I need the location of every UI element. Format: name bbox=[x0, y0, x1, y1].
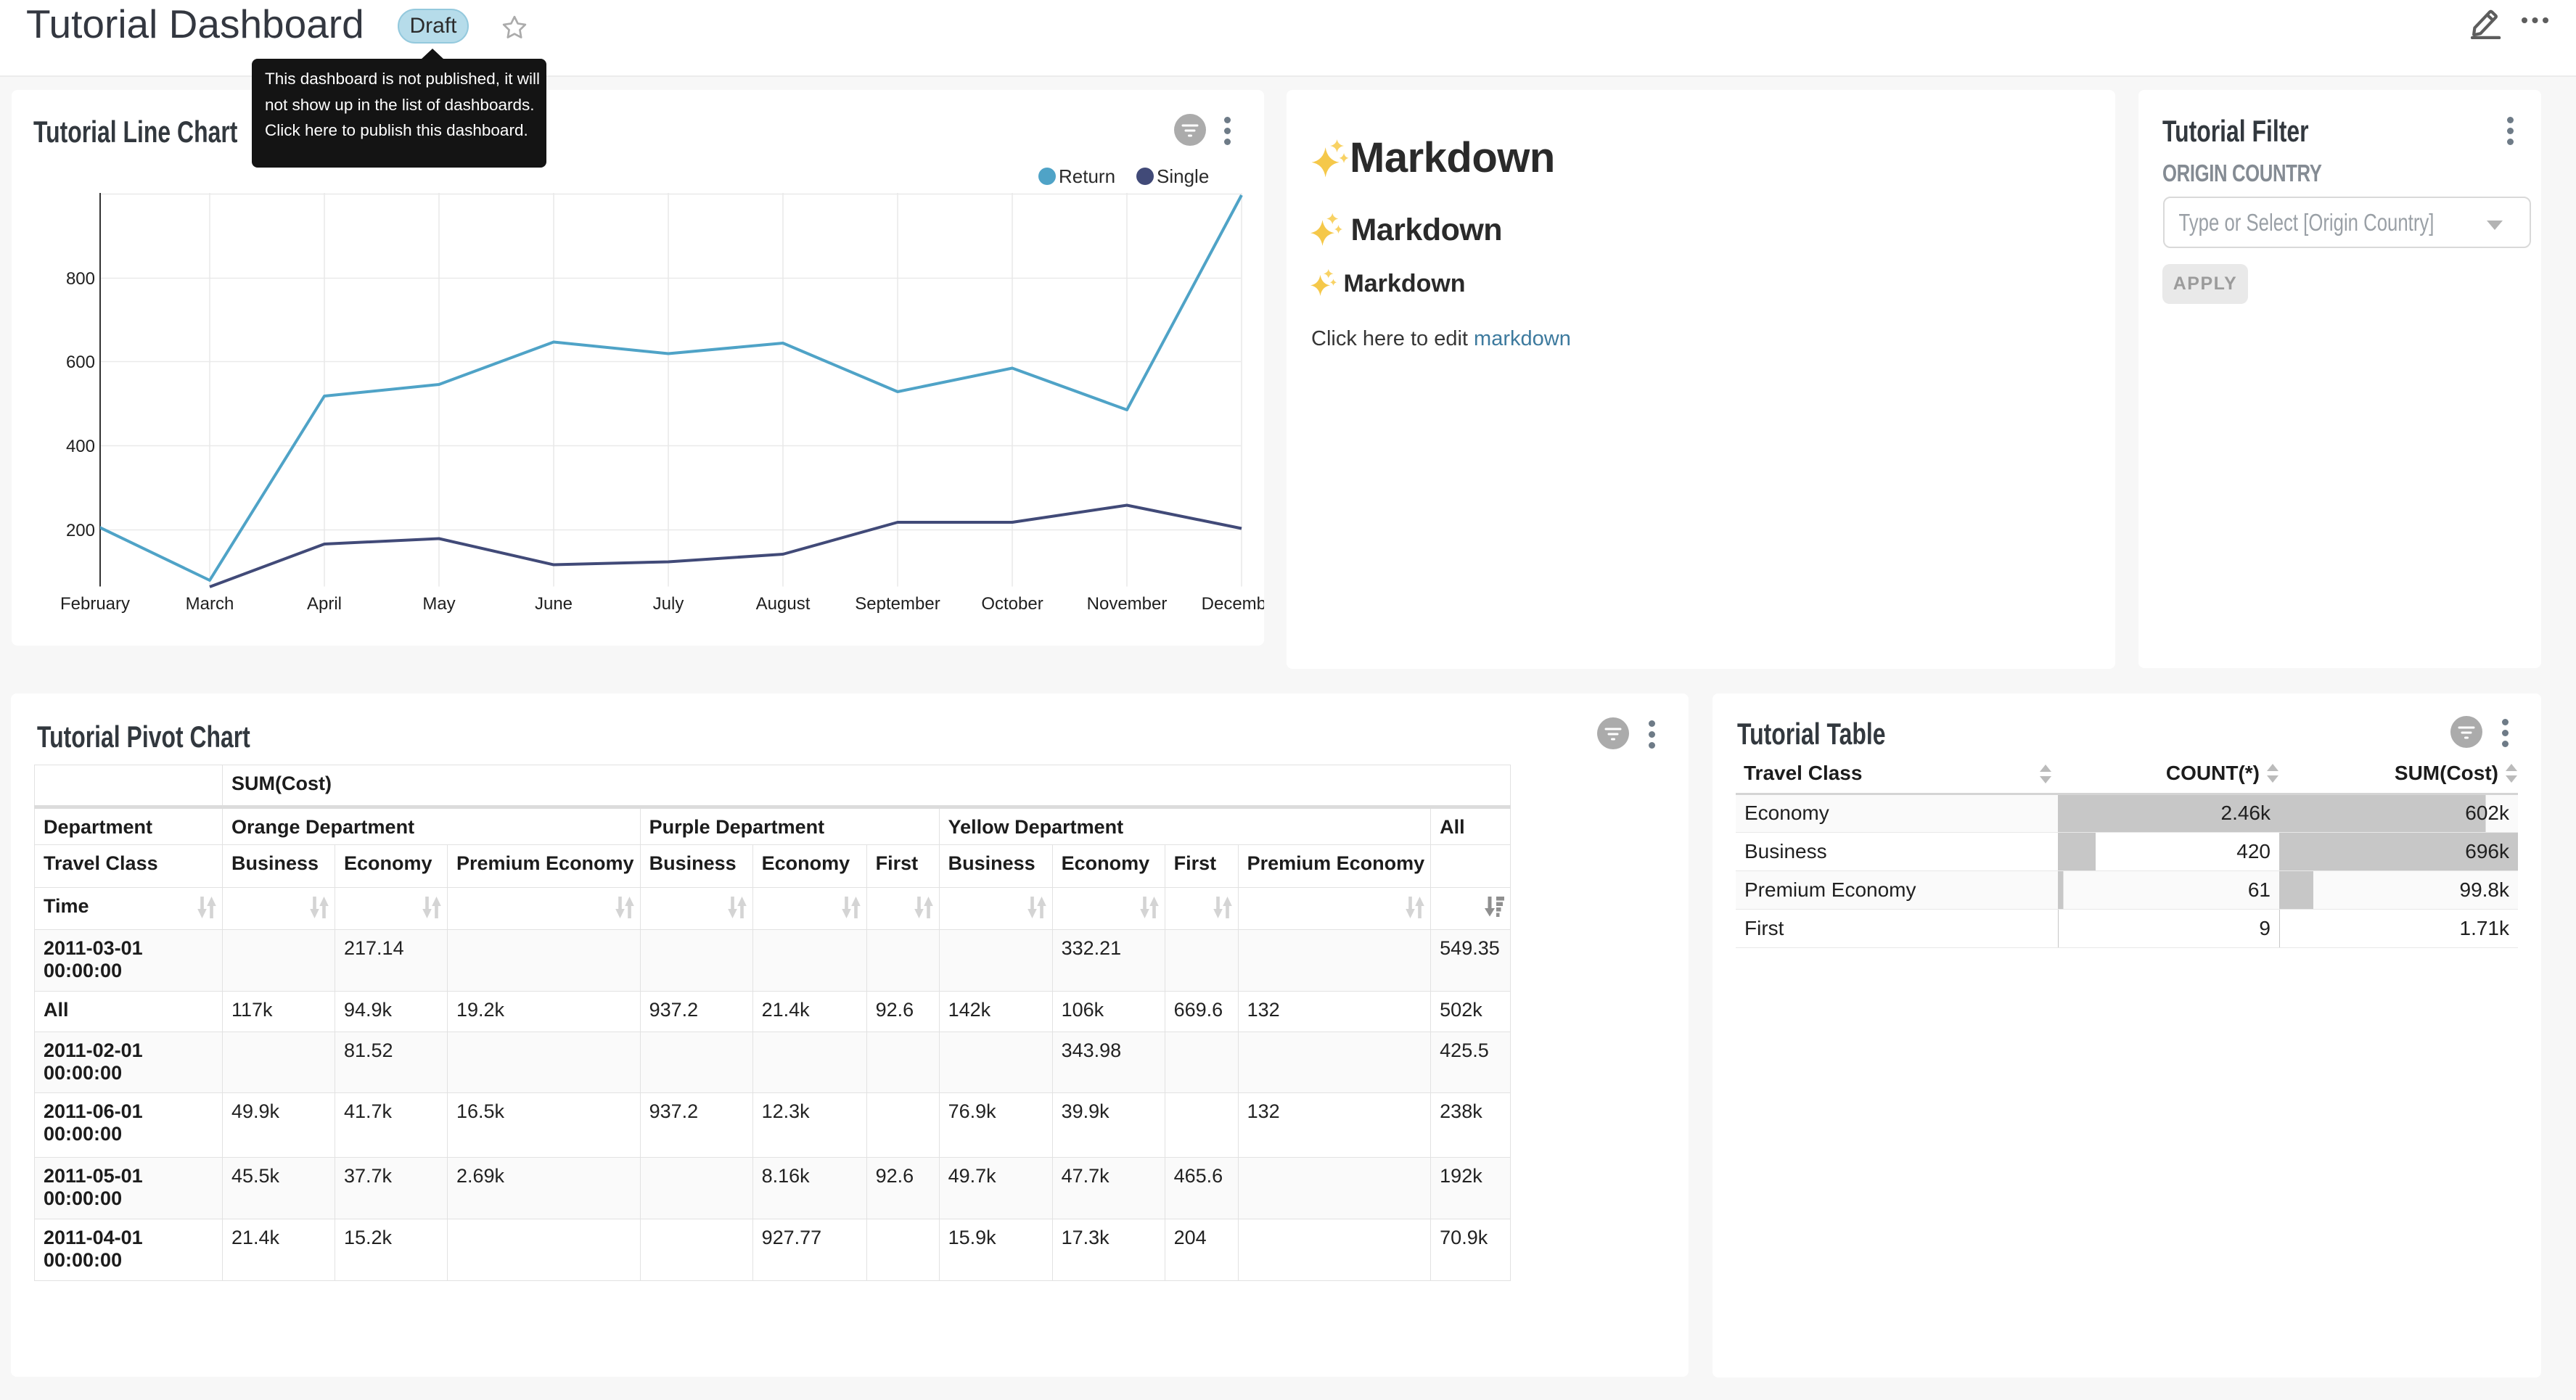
svg-text:October: October bbox=[981, 594, 1043, 614]
svg-text:December: December bbox=[1202, 594, 1264, 614]
svg-text:800: 800 bbox=[66, 269, 95, 289]
svg-text:March: March bbox=[186, 594, 234, 614]
svg-text:Return: Return bbox=[1059, 165, 1115, 187]
svg-text:600: 600 bbox=[66, 353, 95, 372]
svg-text:June: June bbox=[535, 594, 573, 614]
svg-text:200: 200 bbox=[66, 521, 95, 540]
svg-text:February: February bbox=[60, 594, 130, 614]
svg-text:Single: Single bbox=[1157, 165, 1209, 187]
svg-text:April: April bbox=[307, 594, 342, 614]
svg-text:August: August bbox=[756, 594, 811, 614]
svg-text:September: September bbox=[855, 594, 940, 614]
svg-text:400: 400 bbox=[66, 437, 95, 456]
svg-text:November: November bbox=[1087, 594, 1168, 614]
svg-text:May: May bbox=[422, 594, 455, 614]
svg-text:July: July bbox=[653, 594, 684, 614]
